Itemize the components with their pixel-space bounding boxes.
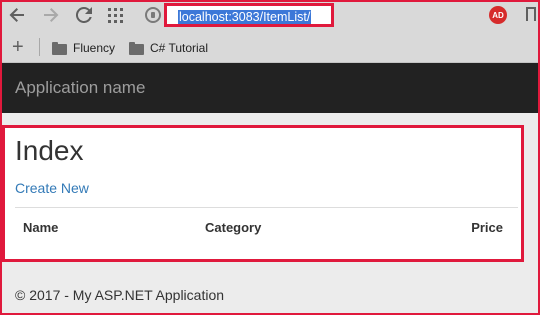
forward-arrow-icon[interactable]: [40, 4, 62, 26]
footer-copyright: © 2017 - My ASP.NET Application: [15, 287, 225, 303]
app-navbar: Application name: [0, 63, 540, 113]
main-content: Index Create New Name Category Price: [2, 125, 524, 262]
bookmark-label: C# Tutorial: [150, 41, 209, 55]
site-info-icon[interactable]: [145, 7, 161, 23]
url-text[interactable]: localhost:3083/ItemList/: [178, 10, 312, 24]
bookmark-csharp-tutorial[interactable]: C# Tutorial: [129, 40, 208, 56]
add-bookmark-icon[interactable]: +: [12, 36, 24, 58]
bookmarks-divider: [39, 38, 40, 56]
bookmark-label: Fluency: [73, 41, 116, 55]
folder-icon: [52, 41, 67, 55]
bookmark-star-icon[interactable]: [526, 7, 536, 25]
column-header-price: Price: [471, 220, 503, 235]
bookmarks-bar: + Fluency C# Tutorial: [0, 32, 540, 63]
folder-icon: [129, 41, 144, 55]
column-header-category: Category: [205, 220, 262, 235]
brand-link[interactable]: Application name: [15, 78, 145, 98]
create-new-link[interactable]: Create New: [15, 179, 89, 197]
column-header-name: Name: [23, 220, 59, 235]
browser-toolbar: localhost:3083/ItemList/ AD: [0, 0, 540, 32]
reload-icon[interactable]: [73, 4, 95, 26]
back-arrow-icon[interactable]: [6, 4, 28, 26]
table-top-border: [15, 207, 518, 208]
profile-avatar[interactable]: AD: [489, 6, 507, 24]
apps-grid-icon[interactable]: [108, 8, 123, 23]
bookmark-fluency[interactable]: Fluency: [52, 40, 115, 56]
page-title: Index: [15, 135, 84, 166]
address-bar[interactable]: localhost:3083/ItemList/: [164, 3, 334, 27]
